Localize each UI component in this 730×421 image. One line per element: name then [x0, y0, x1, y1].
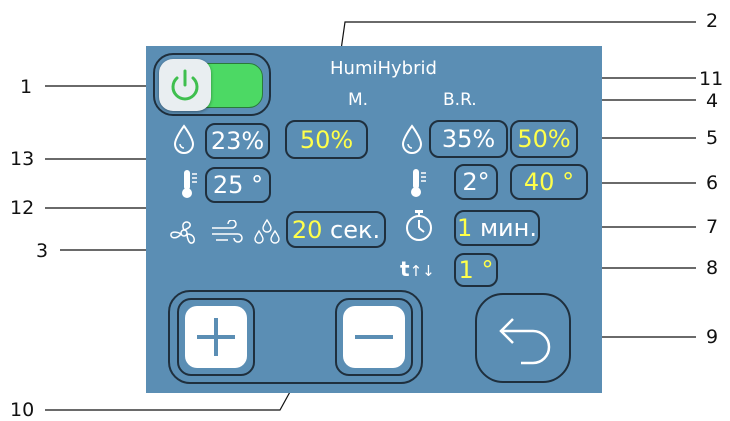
br-timer-unit: мин.: [472, 214, 537, 242]
br-timer[interactable]: 1 мин.: [454, 210, 540, 246]
column-label-br: B.R.: [443, 90, 477, 110]
callout-8: 8: [706, 257, 719, 279]
power-toggle[interactable]: [153, 53, 271, 116]
water-drop-icon: [401, 124, 423, 154]
br-temperature-delta[interactable]: 2°: [454, 164, 498, 200]
callout-10: 10: [10, 399, 35, 421]
minus-icon: [355, 335, 393, 339]
callout-2: 2: [706, 10, 719, 32]
power-icon: [171, 69, 199, 101]
m-humidity-current[interactable]: 23%: [205, 123, 270, 159]
callout-9: 9: [706, 326, 719, 348]
toggle-knob: [159, 59, 211, 111]
m-cycle-time-value: 20: [291, 215, 323, 244]
callout-5: 5: [706, 127, 719, 149]
br-temperature-hysteresis[interactable]: 1 °: [454, 253, 498, 287]
br-humidity-setpoint[interactable]: 50%: [510, 120, 578, 158]
droplets-icon: [254, 218, 280, 244]
br-humidity-current[interactable]: 35%: [429, 120, 508, 158]
m-cycle-time[interactable]: 20 сек.: [286, 211, 386, 248]
callout-1: 1: [20, 76, 33, 98]
thermometer-icon: [182, 170, 197, 198]
br-temperature-setpoint[interactable]: 40 °: [510, 164, 588, 200]
m-humidity-setpoint[interactable]: 50%: [285, 120, 368, 159]
plus-button[interactable]: [177, 298, 255, 376]
stopwatch-icon: [406, 210, 432, 241]
m-cycle-time-unit: сек.: [322, 215, 381, 244]
app-title: HumiHybrid: [330, 58, 437, 79]
water-drop-icon: [173, 124, 195, 154]
br-timer-value: 1: [457, 214, 473, 242]
column-label-m: M.: [348, 90, 369, 110]
fan-icon: [170, 221, 196, 244]
up-down-arrows-icon: ↑↓: [409, 262, 435, 280]
minus-button[interactable]: [335, 298, 413, 376]
t-hysteresis-label: t↑↓: [400, 257, 435, 281]
plus-icon: [197, 318, 235, 356]
thermometer-icon: [411, 169, 426, 197]
callout-11: 11: [699, 68, 724, 90]
m-temperature[interactable]: 25 °: [205, 167, 271, 203]
callout-3: 3: [36, 240, 49, 262]
back-button[interactable]: [475, 293, 571, 383]
wind-icon: [212, 220, 243, 243]
callout-6: 6: [706, 172, 719, 194]
back-arrow-icon: [499, 318, 551, 365]
callout-12: 12: [10, 197, 35, 219]
callout-4: 4: [706, 90, 719, 112]
callout-7: 7: [706, 216, 719, 238]
t-label: t: [400, 257, 410, 281]
callout-13: 13: [10, 148, 35, 170]
